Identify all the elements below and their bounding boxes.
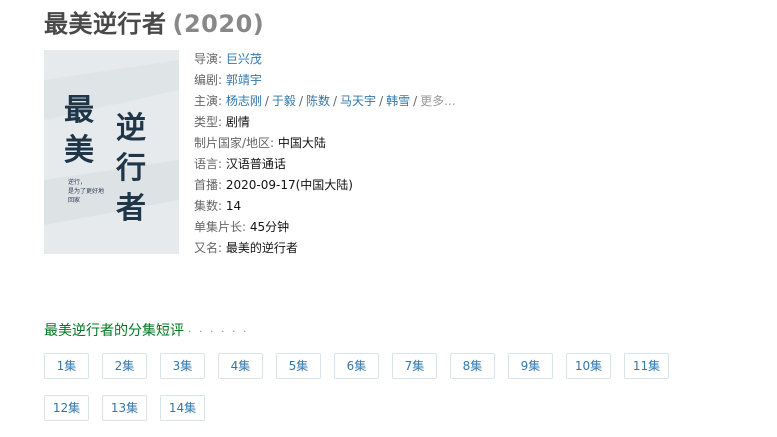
genre-label: 类型: [194, 115, 226, 129]
poster-char-4: 行 [115, 151, 146, 186]
duration-row: 单集片长: 45分钟 [194, 217, 514, 238]
episodes-value: 14 [225, 199, 242, 213]
actor-link[interactable]: 杨志刚 [226, 94, 262, 108]
episode-button-10[interactable]: 10集 [566, 353, 611, 379]
poster-char-2: 美 [64, 133, 94, 168]
country-value: 中国大陆 [277, 136, 326, 150]
country-row: 制片国家/地区: 中国大陆 [194, 133, 514, 154]
cast-separator: / [379, 94, 384, 108]
more-actors-link[interactable]: 更多... [420, 94, 455, 108]
episodes-row: 集数: 14 [194, 196, 514, 217]
episode-button-14[interactable]: 14集 [160, 395, 205, 421]
episode-button-2[interactable]: 2集 [102, 353, 147, 379]
writer-row: 编剧: 郭靖宇 [194, 70, 514, 91]
page-title: 最美逆行者 (2020) [44, 4, 264, 39]
poster-tagline-3: 回家 [68, 196, 80, 204]
premiere-value: 2020-09-17(中国大陆) [225, 178, 353, 192]
poster-tagline-2: 是为了更好地 [68, 187, 104, 195]
writer-link[interactable]: 郭靖宇 [226, 73, 262, 87]
poster-tagline-1: 逆行， [68, 178, 86, 186]
episode-button-9[interactable]: 9集 [508, 353, 553, 379]
episode-button-3[interactable]: 3集 [160, 353, 205, 379]
genre-row: 类型: 剧情 [194, 112, 514, 133]
poster-char-3: 逆 [116, 111, 146, 146]
aka-value: 最美的逆行者 [225, 241, 298, 255]
episodes-label: 集数: [194, 199, 226, 213]
director-row: 导演: 巨兴茂 [194, 49, 514, 70]
episode-reviews-heading: 最美逆行者的分集短评 · · · · · · [44, 320, 248, 340]
cast-separator: / [264, 94, 269, 108]
episode-button-12[interactable]: 12集 [44, 395, 89, 421]
poster-char-1: 最 [64, 93, 94, 128]
premiere-row: 首播: 2020-09-17(中国大陆) [194, 175, 514, 196]
actor-link[interactable]: 马天宇 [340, 94, 376, 108]
episode-button-8[interactable]: 8集 [450, 353, 495, 379]
heading-dots: · · · · · · [188, 325, 249, 338]
director-link[interactable]: 巨兴茂 [226, 52, 262, 66]
episode-reviews-title: 最美逆行者的分集短评 [44, 323, 184, 339]
poster-image[interactable]: 最 美 逆 行 者 逆行， 是为了更好地 回家 [44, 50, 179, 254]
info-panel: 导演: 巨兴茂 编剧: 郭靖宇 主演: 杨志刚 / 于毅 / 陈数 / 马天宇 / 韩雪 / 更多.… [194, 49, 514, 259]
cast-row: 主演: 杨志刚 / 于毅 / 陈数 / 马天宇 / 韩雪 / 更多... [194, 91, 514, 112]
aka-label: 又名: [194, 241, 226, 255]
episode-button-1[interactable]: 1集 [44, 353, 89, 379]
duration-label: 单集片长: [194, 220, 250, 234]
episode-button-6[interactable]: 6集 [334, 353, 379, 379]
country-label: 制片国家/地区: [194, 136, 278, 150]
aka-row: 又名: 最美的逆行者 [194, 238, 514, 259]
cast-separator: / [333, 94, 338, 108]
genre-value: 剧情 [225, 115, 250, 129]
poster-char-5: 者 [116, 191, 146, 226]
title-year: (2020) [172, 10, 265, 38]
episode-button-11[interactable]: 11集 [624, 353, 669, 379]
episode-button-7[interactable]: 7集 [392, 353, 437, 379]
actor-link[interactable]: 于毅 [272, 94, 296, 108]
episode-button-4[interactable]: 4集 [218, 353, 263, 379]
actor-link[interactable]: 韩雪 [386, 94, 410, 108]
language-value: 汉语普通话 [225, 157, 286, 171]
episode-button-13[interactable]: 13集 [102, 395, 147, 421]
title-name: 最美逆行者 [44, 10, 167, 38]
writer-label: 编剧: [194, 73, 226, 87]
director-label: 导演: [194, 52, 226, 66]
episode-button-5[interactable]: 5集 [276, 353, 321, 379]
premiere-label: 首播: [194, 178, 226, 192]
language-label: 语言: [194, 157, 226, 171]
cast-separator: / [298, 94, 303, 108]
cast-label: 主演: [194, 94, 226, 108]
actor-link[interactable]: 陈数 [306, 94, 330, 108]
language-row: 语言: 汉语普通话 [194, 154, 514, 175]
duration-value: 45分钟 [249, 220, 290, 234]
cast-separator: / [413, 94, 418, 108]
